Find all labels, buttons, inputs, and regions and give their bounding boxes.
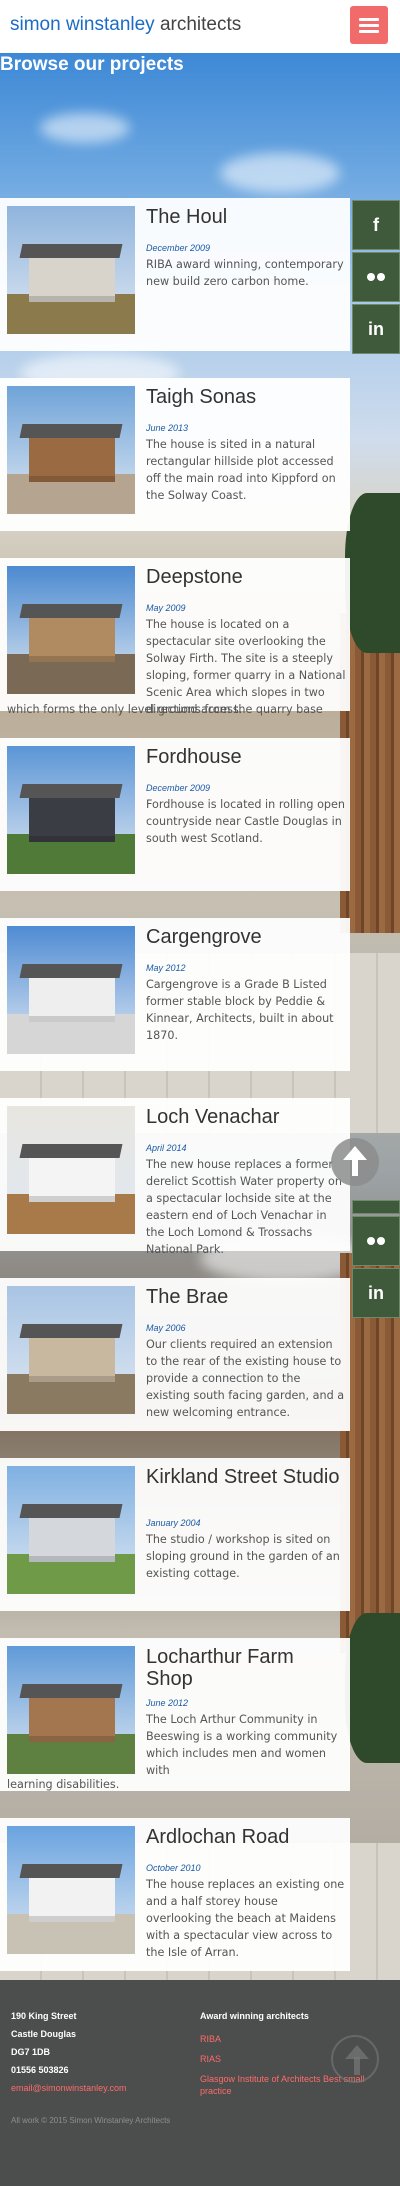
- project-card[interactable]: Fordhouse December 2009 Fordhouse is locat…: [0, 738, 350, 891]
- project-thumbnail[interactable]: [7, 1466, 135, 1594]
- site-header: simon winstanley architects: [0, 0, 400, 53]
- project-title[interactable]: Locharthur Farm Shop: [146, 1646, 346, 1690]
- awards-heading: Award winning architects: [200, 2011, 309, 2021]
- phone-number: 01556 503826: [11, 2065, 69, 2075]
- copyright: All work © 2015 Simon Winstanley Archite…: [11, 2116, 171, 2125]
- facebook-icon[interactable]: f: [352, 200, 400, 250]
- project-card[interactable]: Locharthur Farm Shop June 2012 The Loch Ar…: [0, 1638, 350, 1791]
- project-date: May 2006: [146, 1323, 186, 1333]
- project-title[interactable]: The Houl: [146, 206, 346, 228]
- project-date: October 2010: [146, 1863, 201, 1873]
- project-title[interactable]: Taigh Sonas: [146, 386, 346, 408]
- project-thumbnail[interactable]: [7, 1106, 135, 1234]
- project-title[interactable]: Deepstone: [146, 566, 346, 588]
- project-date: January 2004: [146, 1518, 201, 1528]
- project-description-overflow: learning disabilities.: [7, 1778, 120, 1791]
- project-thumbnail[interactable]: [7, 386, 135, 514]
- flickr-icon[interactable]: [352, 252, 400, 302]
- brand-suffix: architects: [154, 14, 242, 35]
- scroll-top-button[interactable]: [331, 2035, 379, 2083]
- project-thumbnail[interactable]: [7, 746, 135, 874]
- flickr-icon[interactable]: [352, 1216, 400, 1266]
- project-description-overflow: which forms the only level ground access…: [7, 703, 243, 716]
- site-footer: 190 King Street Castle Douglas DG7 1DB 0…: [0, 1980, 400, 2186]
- menu-button[interactable]: [350, 6, 388, 44]
- brand-name: simon winstanley: [10, 14, 155, 35]
- linkedin-icon[interactable]: in: [352, 1268, 400, 1318]
- project-date: June 2012: [146, 1698, 189, 1708]
- project-description: RIBA award winning, contemporary new bui…: [146, 258, 344, 288]
- address-line: Castle Douglas: [11, 2029, 77, 2039]
- project-thumbnail[interactable]: [7, 1286, 135, 1414]
- project-card[interactable]: Deepstone May 2009 The house is located on…: [0, 558, 350, 716]
- project-card[interactable]: The Houl December 2009 RIBA award winning,…: [0, 198, 350, 351]
- project-description: The studio / workshop is sited on slopin…: [146, 1533, 340, 1580]
- project-description: The house replaces an existing one and a…: [146, 1878, 345, 1959]
- project-card[interactable]: Ardlochan Road October 2010 The house repl…: [0, 1818, 350, 1971]
- project-card[interactable]: Loch Venachar April 2014 The new house rep…: [0, 1098, 350, 1256]
- project-thumbnail[interactable]: [7, 926, 135, 1054]
- project-thumbnail[interactable]: [7, 206, 135, 334]
- project-card[interactable]: Taigh Sonas June 2013 The house is sited i…: [0, 378, 350, 531]
- project-date: December 2009: [146, 783, 211, 793]
- page-title: Browse our projects: [0, 54, 184, 75]
- project-date: May 2012: [146, 963, 186, 973]
- site-logo[interactable]: simon winstanley architects: [10, 14, 241, 36]
- project-card[interactable]: Kirkland Street Studio January 2004 The st…: [0, 1458, 350, 1611]
- facebook-icon[interactable]: [352, 1200, 400, 1214]
- project-description: The new house replaces a former derelict…: [146, 1158, 342, 1256]
- hamburger-icon: [359, 18, 379, 21]
- project-description: Our clients required an extension to the…: [146, 1338, 345, 1419]
- scroll-top-button[interactable]: [331, 1138, 379, 1186]
- project-card[interactable]: The Brae May 2006 Our clients required an …: [0, 1278, 350, 1431]
- project-date: June 2013: [146, 423, 189, 433]
- project-title[interactable]: Loch Venachar: [146, 1106, 346, 1128]
- address-line: DG7 1DB: [11, 2047, 51, 2057]
- project-card[interactable]: Cargengrove May 2012 Cargengrove is a Grad…: [0, 918, 350, 1071]
- project-description: Cargengrove is a Grade B Listed former s…: [146, 978, 334, 1042]
- project-thumbnail[interactable]: [7, 1826, 135, 1954]
- project-title[interactable]: Ardlochan Road: [146, 1826, 346, 1848]
- email-link[interactable]: email@simonwinstanley.com: [11, 2079, 127, 2097]
- project-description: The house is sited in a natural rectangu…: [146, 438, 336, 502]
- project-description: Fordhouse is located in rolling open cou…: [146, 798, 346, 845]
- project-thumbnail[interactable]: [7, 1646, 135, 1774]
- linkedin-icon[interactable]: in: [352, 304, 400, 354]
- project-thumbnail[interactable]: [7, 566, 135, 694]
- project-title[interactable]: Cargengrove: [146, 926, 346, 948]
- project-title[interactable]: The Brae: [146, 1286, 346, 1308]
- project-date: May 2009: [146, 603, 186, 613]
- project-description: The Loch Arthur Community in Beeswing is…: [146, 1713, 338, 1777]
- social-bar-repeat: in: [352, 1200, 400, 1320]
- footer-address: 190 King Street Castle Douglas DG7 1DB 0…: [11, 2007, 127, 2097]
- project-title[interactable]: Fordhouse: [146, 746, 346, 768]
- social-bar: f in: [352, 200, 400, 356]
- project-date: December 2009: [146, 243, 211, 253]
- project-title[interactable]: Kirkland Street Studio: [146, 1466, 346, 1488]
- address-line: 190 King Street: [11, 2011, 77, 2021]
- project-date: April 2014: [146, 1143, 187, 1153]
